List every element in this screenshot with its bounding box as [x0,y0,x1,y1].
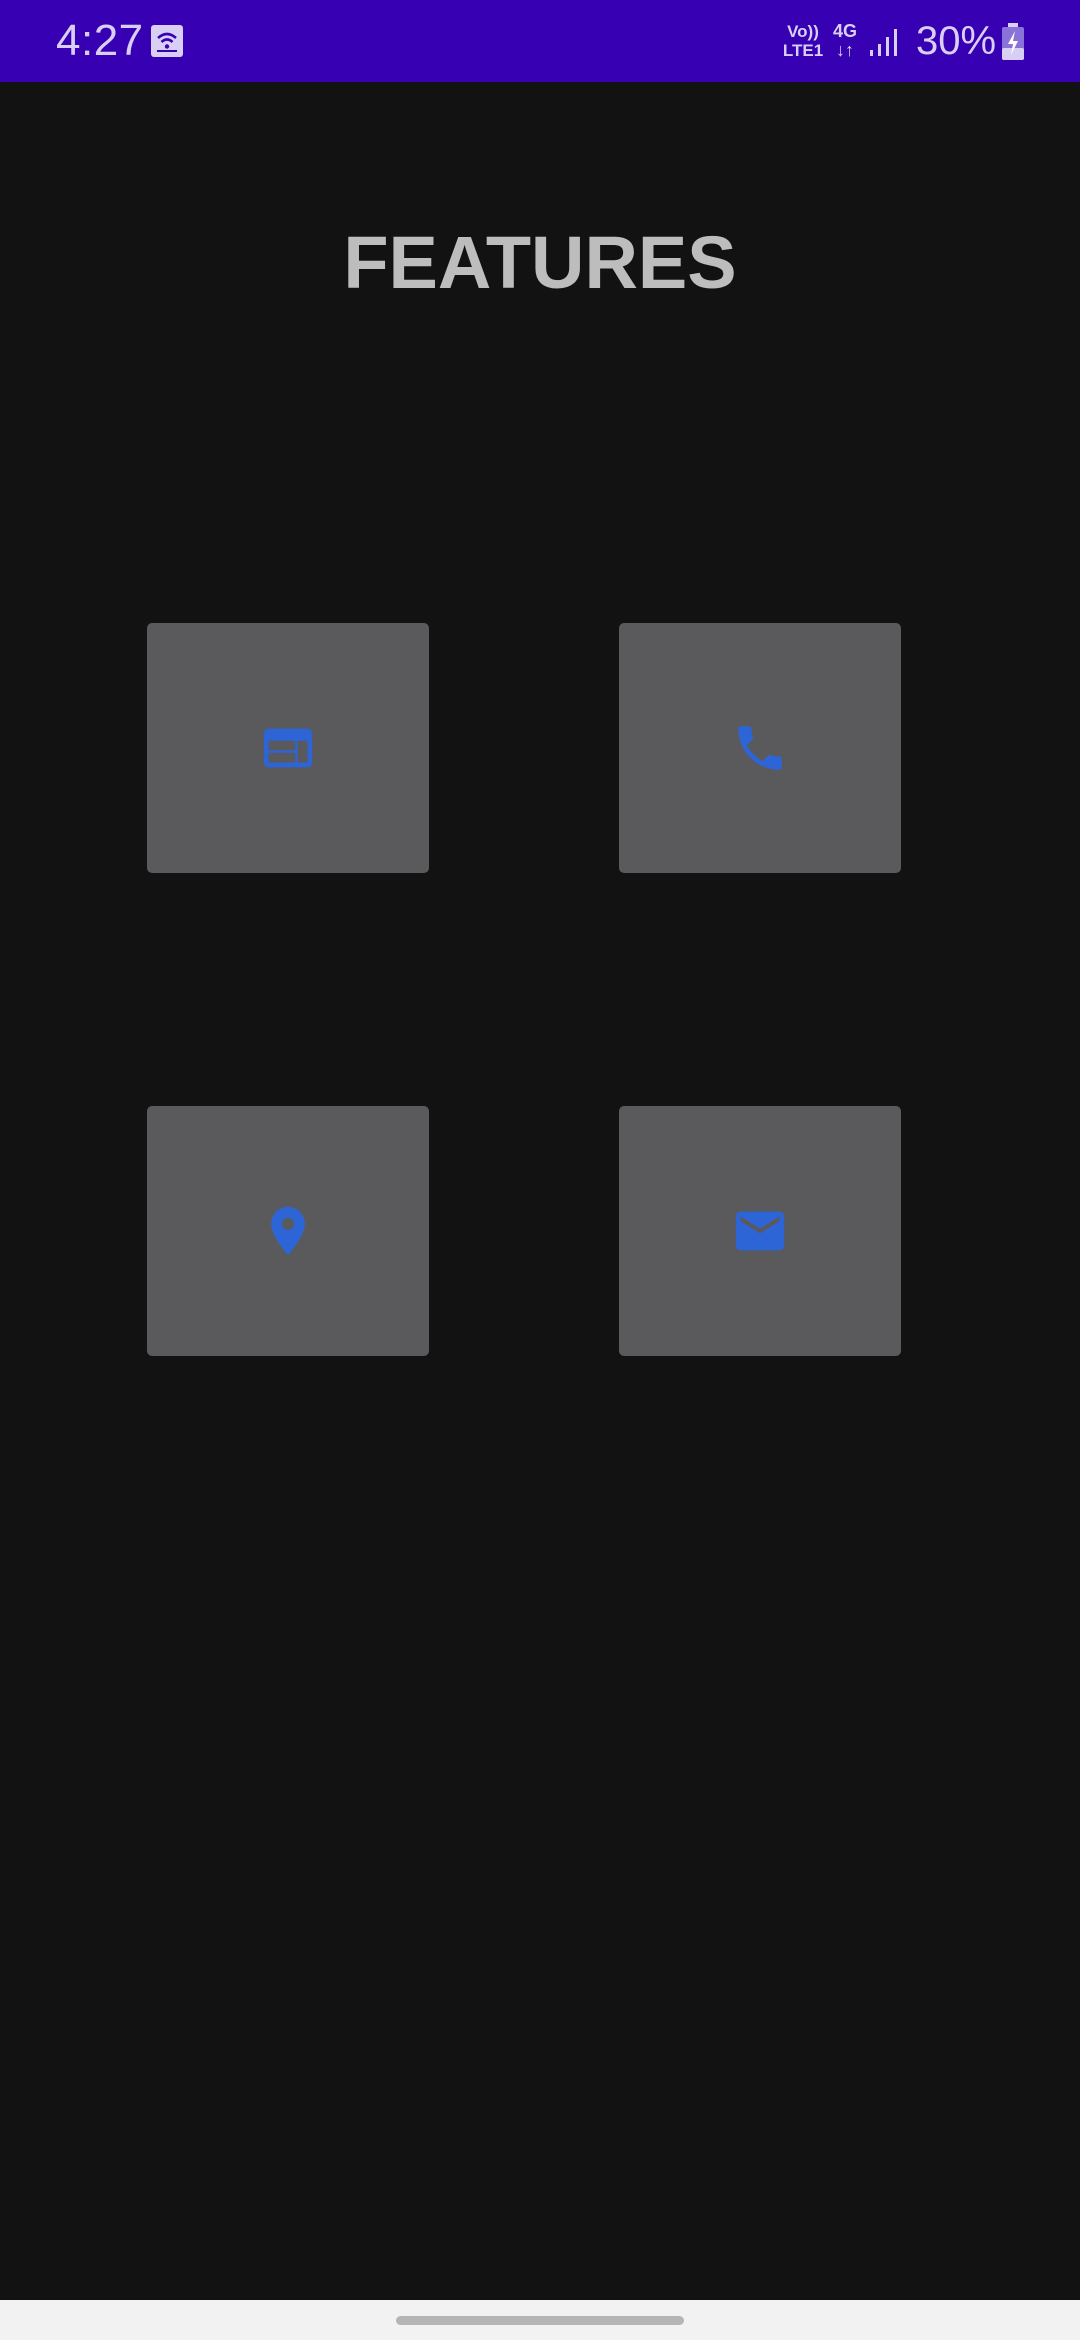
volte-indicator: Vo)) LTE1 [782,22,824,60]
location-pin-icon [271,1206,305,1256]
network-type-indicator: 4G ↓↑ [832,21,857,60]
feature-tile-email[interactable] [619,1106,901,1356]
email-icon [735,1211,785,1251]
phone-icon [738,726,782,770]
battery-charging-icon [1002,23,1024,60]
page-title: FEATURES [343,221,737,304]
feature-tile-location[interactable] [147,1106,429,1356]
status-time: 4:27 [56,16,144,65]
status-bar: 4:27 Vo)) LTE1 4G ↓↑ 30% [0,0,1080,82]
cast-wifi-icon [151,25,183,57]
feature-tile-browser[interactable] [147,623,429,873]
battery-percent: 30% [916,19,997,63]
web-browser-icon [263,728,313,768]
home-gesture-handle[interactable] [396,2316,684,2325]
gesture-nav-bar [0,2300,1080,2340]
feature-tile-phone[interactable] [619,623,901,873]
signal-bars-icon [870,29,897,56]
